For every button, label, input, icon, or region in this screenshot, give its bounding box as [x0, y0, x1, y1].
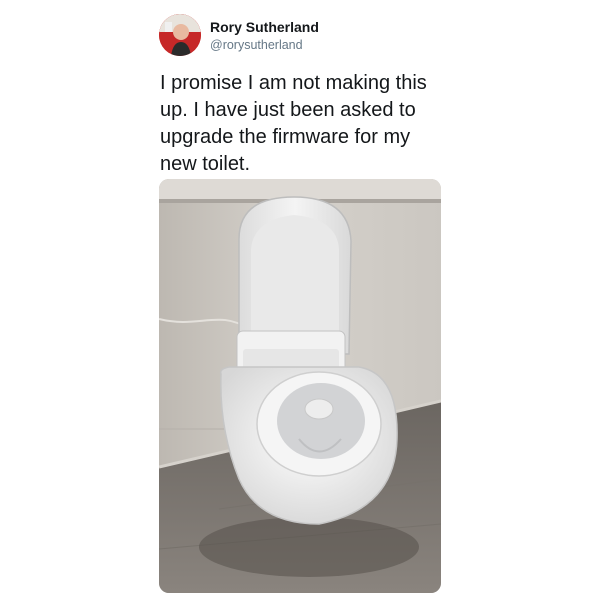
tweet-card: Rory Sutherland @rorysutherland I promis…	[0, 0, 600, 600]
tweet-text: I promise I am not making this up. I hav…	[160, 72, 427, 175]
author-handle[interactable]: @rorysutherland	[210, 38, 303, 52]
tweet-photo[interactable]	[159, 179, 441, 593]
toilet-photo-icon	[159, 179, 441, 593]
avatar[interactable]	[159, 14, 201, 56]
author-name[interactable]: Rory Sutherland	[210, 19, 319, 35]
avatar-portrait-icon	[159, 14, 201, 56]
